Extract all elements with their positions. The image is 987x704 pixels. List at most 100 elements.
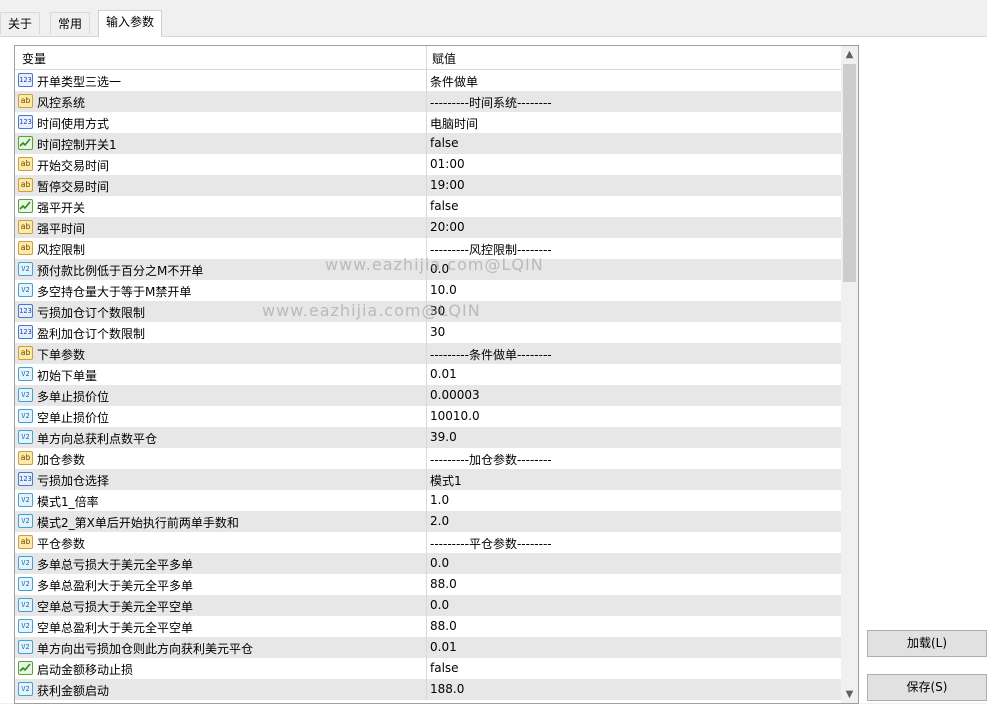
- table-row[interactable]: 时间控制开关1 false: [15, 133, 841, 154]
- table-row[interactable]: V2 空单总亏损大于美元全平空单 0.0: [15, 595, 841, 616]
- int-type-icon: 123: [18, 73, 33, 87]
- variable-value[interactable]: 30: [430, 325, 445, 339]
- variable-value[interactable]: 条件做单: [430, 73, 478, 90]
- str-type-icon: ab: [18, 241, 33, 255]
- variable-value[interactable]: 88.0: [430, 577, 457, 591]
- variable-value[interactable]: ---------时间系统--------: [430, 94, 552, 111]
- variable-name: 强平开关: [37, 201, 86, 215]
- str-type-icon: ab: [18, 346, 33, 360]
- variable-value[interactable]: 0.00003: [430, 388, 480, 402]
- table-row[interactable]: 123 亏损加仓订个数限制 30: [15, 301, 841, 322]
- table-row[interactable]: 强平开关 false: [15, 196, 841, 217]
- table-row[interactable]: ab 强平时间 20:00: [15, 217, 841, 238]
- tab-inputs[interactable]: 输入参数: [98, 10, 163, 37]
- table-row[interactable]: ab 平仓参数 ---------平仓参数--------: [15, 532, 841, 553]
- variable-value[interactable]: 0.0: [430, 262, 449, 276]
- cell-divider: [426, 406, 427, 427]
- variable-value[interactable]: ---------平仓参数--------: [430, 535, 552, 552]
- table-row[interactable]: V2 模式2_第X单后开始执行前两单手数和 2.0: [15, 511, 841, 532]
- tab-about[interactable]: 关于: [0, 12, 41, 34]
- scroll-up-icon[interactable]: ▲: [841, 46, 858, 63]
- tab-inputs-label: 输入参数: [106, 15, 155, 29]
- vertical-scrollbar[interactable]: ▲ ▼: [841, 46, 858, 703]
- variable-name: 单方向总获利点数平仓: [37, 432, 158, 446]
- cell-divider: [426, 112, 427, 133]
- cell-divider: [426, 343, 427, 364]
- table-row[interactable]: ab 风控限制 ---------风控限制--------: [15, 238, 841, 259]
- table-row[interactable]: 123 开单类型三选一 条件做单: [15, 70, 841, 91]
- table-row[interactable]: V2 多单总亏损大于美元全平多单 0.0: [15, 553, 841, 574]
- variable-name: 空单止损价位: [37, 411, 110, 425]
- table-row[interactable]: V2 获利金额启动 188.0: [15, 679, 841, 700]
- variable-name: 多单总亏损大于美元全平多单: [37, 558, 194, 572]
- scroll-down-icon[interactable]: ▼: [841, 686, 858, 703]
- variable-value[interactable]: false: [430, 661, 459, 675]
- variable-value[interactable]: 39.0: [430, 430, 457, 444]
- dbl-type-icon: V2: [18, 556, 33, 570]
- table-row[interactable]: V2 预付款比例低于百分之M不开单 0.0: [15, 259, 841, 280]
- table-row[interactable]: V2 初始下单量 0.01: [15, 364, 841, 385]
- table-row[interactable]: V2 多单总盈利大于美元全平多单 88.0: [15, 574, 841, 595]
- variable-value[interactable]: 1.0: [430, 493, 449, 507]
- variable-name: 多单止损价位: [37, 390, 110, 404]
- variable-name: 时间控制开关1: [37, 138, 117, 152]
- variable-value[interactable]: ---------风控限制--------: [430, 241, 552, 258]
- table-row[interactable]: V2 空单总盈利大于美元全平空单 88.0: [15, 616, 841, 637]
- variable-value[interactable]: 30: [430, 304, 445, 318]
- int-type-icon: 123: [18, 304, 33, 318]
- variable-name: 开始交易时间: [37, 159, 110, 173]
- table-row[interactable]: ab 下单参数 ---------条件做单--------: [15, 343, 841, 364]
- variable-value[interactable]: 0.01: [430, 367, 457, 381]
- table-row[interactable]: V2 多单止损价位 0.00003: [15, 385, 841, 406]
- cell-divider: [426, 427, 427, 448]
- table-row[interactable]: 启动金额移动止损 false: [15, 658, 841, 679]
- cell-divider: [426, 154, 427, 175]
- table-row[interactable]: V2 单方向总获利点数平仓 39.0: [15, 427, 841, 448]
- tab-common[interactable]: 常用: [50, 12, 91, 34]
- variable-value[interactable]: 2.0: [430, 514, 449, 528]
- variable-value[interactable]: 01:00: [430, 157, 465, 171]
- table-row[interactable]: V2 单方向出亏损加仓则此方向获利美元平仓 0.01: [15, 637, 841, 658]
- table-row[interactable]: ab 开始交易时间 01:00: [15, 154, 841, 175]
- variable-name: 下单参数: [37, 348, 86, 362]
- tab-about-label: 关于: [8, 17, 33, 31]
- save-button[interactable]: 保存(S): [867, 674, 987, 701]
- table-row[interactable]: ab 加仓参数 ---------加仓参数--------: [15, 448, 841, 469]
- tab-common-label: 常用: [58, 17, 83, 31]
- bool-type-icon: [18, 661, 33, 675]
- variable-value[interactable]: 19:00: [430, 178, 465, 192]
- variable-value[interactable]: ---------条件做单--------: [430, 346, 552, 363]
- column-header-variable[interactable]: 变量: [22, 50, 46, 67]
- variable-value[interactable]: false: [430, 136, 459, 150]
- bool-type-icon: [18, 199, 33, 213]
- variable-value[interactable]: 电脑时间: [430, 115, 478, 132]
- variable-value[interactable]: 0.01: [430, 640, 457, 654]
- scrollbar-thumb[interactable]: [843, 64, 856, 282]
- variable-value[interactable]: 10.0: [430, 283, 457, 297]
- variable-name: 预付款比例低于百分之M不开单: [37, 264, 204, 278]
- table-row[interactable]: ab 暂停交易时间 19:00: [15, 175, 841, 196]
- variable-value[interactable]: 10010.0: [430, 409, 480, 423]
- variable-value[interactable]: 模式1: [430, 472, 462, 489]
- table-row[interactable]: 123 盈利加仓订个数限制 30: [15, 322, 841, 343]
- dbl-type-icon: V2: [18, 430, 33, 444]
- table-row[interactable]: 123 时间使用方式 电脑时间: [15, 112, 841, 133]
- cell-divider: [426, 322, 427, 343]
- column-divider[interactable]: [426, 46, 427, 69]
- table-row[interactable]: ab 风控系统 ---------时间系统--------: [15, 91, 841, 112]
- column-header-value[interactable]: 赋值: [432, 50, 456, 67]
- variable-value[interactable]: 88.0: [430, 619, 457, 633]
- table-row[interactable]: 123 亏损加仓选择 模式1: [15, 469, 841, 490]
- str-type-icon: ab: [18, 178, 33, 192]
- variable-value[interactable]: 0.0: [430, 598, 449, 612]
- variable-value[interactable]: false: [430, 199, 459, 213]
- cell-divider: [426, 70, 427, 91]
- table-row[interactable]: V2 多空持仓量大于等于M禁开单 10.0: [15, 280, 841, 301]
- variable-value[interactable]: 188.0: [430, 682, 464, 696]
- load-button[interactable]: 加载(L): [867, 630, 987, 657]
- variable-value[interactable]: 20:00: [430, 220, 465, 234]
- variable-value[interactable]: 0.0: [430, 556, 449, 570]
- table-row[interactable]: V2 模式1_倍率 1.0: [15, 490, 841, 511]
- variable-value[interactable]: ---------加仓参数--------: [430, 451, 552, 468]
- table-row[interactable]: V2 空单止损价位 10010.0: [15, 406, 841, 427]
